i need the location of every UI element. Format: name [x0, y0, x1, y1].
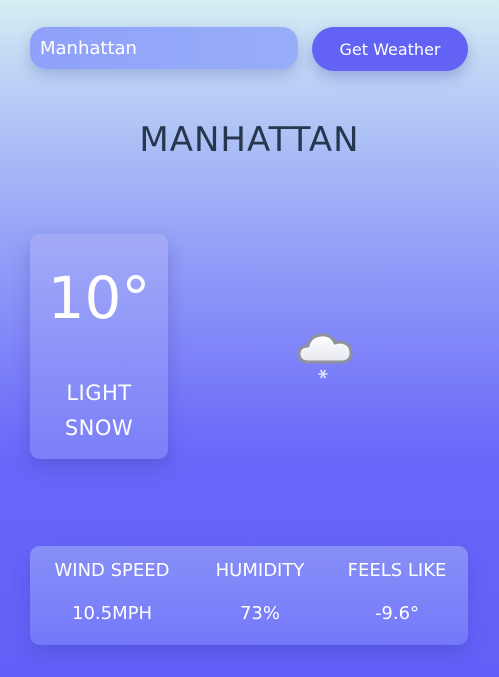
- temperature-card: 10° LIGHT SNOW: [30, 234, 168, 459]
- wind-speed-label: WIND SPEED: [54, 560, 170, 581]
- feels-like-value: -9.6°: [374, 603, 420, 624]
- condition-line-2: SNOW: [64, 416, 134, 440]
- condition-line-1: LIGHT: [66, 381, 132, 405]
- feels-like-label: FEELS LIKE: [347, 560, 447, 581]
- wind-speed-stat: WIND SPEED 10.5MPH: [30, 546, 194, 645]
- feels-like-stat: FEELS LIKE -9.6°: [326, 546, 468, 645]
- humidity-stat: HUMIDITY 73%: [194, 546, 326, 645]
- weather-stats-card: WIND SPEED 10.5MPH HUMIDITY 73% FEELS LI…: [30, 546, 468, 645]
- city-title: MANHATTAN: [139, 120, 360, 160]
- light-snow-cloud-icon: [297, 333, 353, 379]
- humidity-label: HUMIDITY: [215, 560, 305, 581]
- wind-speed-value: 10.5MPH: [72, 603, 152, 624]
- weather-condition: LIGHT SNOW: [40, 376, 158, 446]
- get-weather-button[interactable]: Get Weather: [312, 27, 468, 71]
- temperature-value: 10°: [47, 264, 151, 332]
- city-search-input[interactable]: [30, 27, 298, 69]
- humidity-value: 73%: [239, 603, 280, 624]
